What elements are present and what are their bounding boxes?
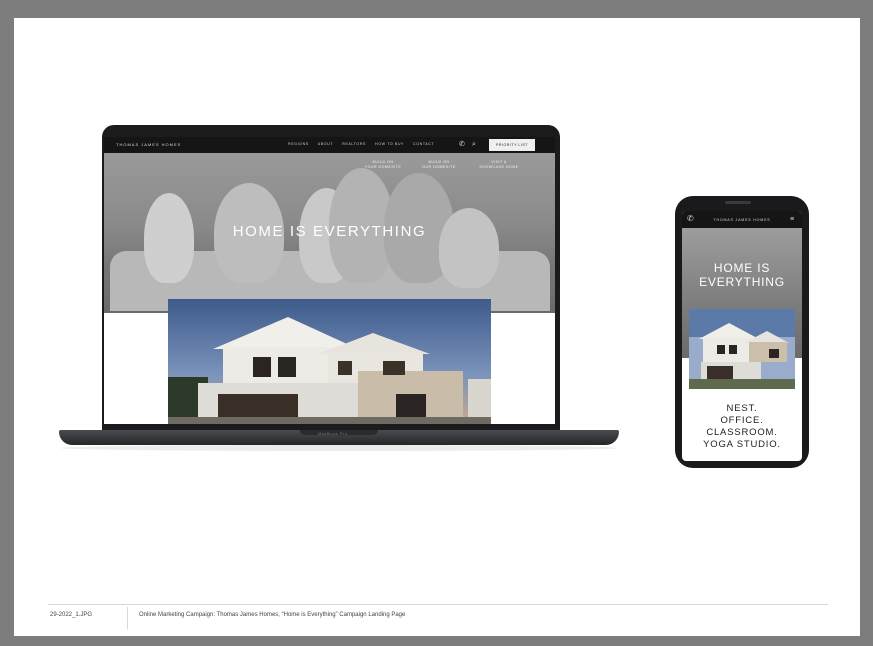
hero-link-line: SHOWCASE HOME xyxy=(479,165,519,169)
phone-hero-title-line: EVERYTHING xyxy=(699,275,785,289)
phone-hero-title: HOME IS EVERYTHING xyxy=(682,261,802,289)
hero-title: HOME IS EVERYTHING xyxy=(232,223,427,240)
image-caption: Online Marketing Campaign: Thomas James … xyxy=(139,612,406,618)
laptop-shadow xyxy=(60,445,618,451)
hero-link-our-homesite[interactable]: BUILD ON OUR HOMESITE xyxy=(414,160,464,170)
hero-link-showcase-home[interactable]: VISIT A SHOWCASE HOME xyxy=(470,160,528,170)
laptop-display: THOMAS JAMES HOMES REGIONS ABOUT REALTOR… xyxy=(104,137,555,424)
phone-navbar: ✆ THOMAS JAMES HOMES ≡ xyxy=(682,211,802,228)
phone-hero-title-line: HOME IS xyxy=(713,261,771,275)
nav-link-contact[interactable]: CONTACT xyxy=(413,142,434,146)
hero-link-line: OUR HOMESITE xyxy=(422,165,456,169)
priority-list-button[interactable]: PRIORITY LIST xyxy=(489,139,535,151)
nav-link-realtors[interactable]: REALTORS xyxy=(342,142,366,146)
footer-divider xyxy=(48,604,828,605)
phone-site-logo[interactable]: THOMAS JAMES HOMES xyxy=(682,218,802,222)
search-icon[interactable]: ⌕ xyxy=(472,140,480,149)
nav-link-regions[interactable]: REGIONS xyxy=(288,142,309,146)
nav-link-about[interactable]: ABOUT xyxy=(318,142,333,146)
tagline-line: OFFICE. xyxy=(720,415,764,426)
hamburger-menu-icon[interactable]: ≡ xyxy=(790,216,794,223)
nav-link-how-to-buy[interactable]: HOW TO BUY xyxy=(375,142,404,146)
hero-link-line: YOUR HOMESITE xyxy=(364,165,402,169)
house-illustration xyxy=(168,299,491,424)
site-navbar: THOMAS JAMES HOMES REGIONS ABOUT REALTOR… xyxy=(104,137,555,153)
phone-icon[interactable]: ✆ xyxy=(459,140,467,149)
device-label: MacBook Pro xyxy=(318,431,348,436)
tagline-line: YOGA STUDIO. xyxy=(703,439,781,450)
hero-photo-person xyxy=(439,208,499,288)
phone-house-photo xyxy=(689,309,795,389)
site-logo[interactable]: THOMAS JAMES HOMES xyxy=(116,142,181,147)
house-photo xyxy=(168,299,491,424)
hero-banner: BUILD ON YOUR HOMESITE BUILD ON OUR HOME… xyxy=(104,153,555,313)
phone-display: ✆ THOMAS JAMES HOMES ≡ HOME IS EVERYTHIN… xyxy=(682,211,802,461)
tagline-line: NEST. xyxy=(726,403,758,414)
hero-link-your-homesite[interactable]: BUILD ON YOUR HOMESITE xyxy=(358,160,408,170)
phone-speaker xyxy=(725,201,751,204)
nav-links: REGIONS ABOUT REALTORS HOW TO BUY CONTAC… xyxy=(288,142,434,146)
footer-separator xyxy=(127,607,128,629)
image-id: 29-2022_1.JPG xyxy=(50,612,93,618)
tagline-line: CLASSROOM. xyxy=(706,427,778,438)
phone-house-illustration xyxy=(689,309,795,389)
phone-tagline: NEST. OFFICE. CLASSROOM. YOGA STUDIO. xyxy=(682,403,802,451)
